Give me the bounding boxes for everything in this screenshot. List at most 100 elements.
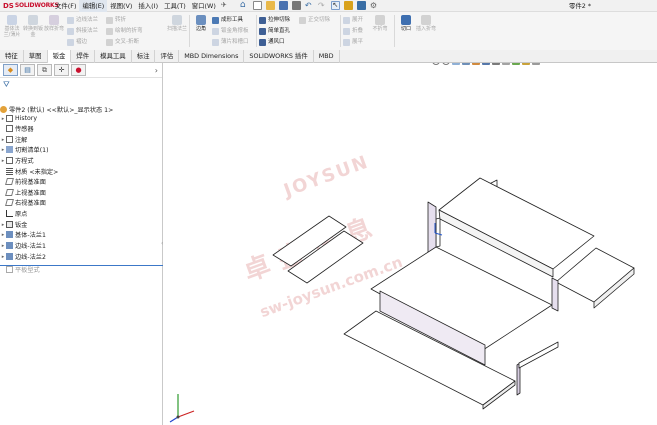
feature-tree-tab[interactable]: ◆ [3,64,18,76]
tree-item-edge-flange2[interactable]: ▸ 边线-法兰2 [0,252,46,261]
expand-panel-icon[interactable]: › [155,66,158,75]
menu-edit[interactable]: 编辑(E) [79,0,108,12]
lofted-bend-button[interactable]: 放样折弯 [44,14,64,32]
convert-sheetmetal-icon [28,15,38,25]
tree-item-equations[interactable]: ▸ 方程式 [0,156,34,165]
tree-item-base-flange1[interactable]: ▸ 基体-法兰1 [0,230,46,239]
miter-flange-label: 斜接法兰 [76,28,99,34]
convert-sheetmetal-label: 转换到钣金 [23,26,44,38]
rip-button[interactable]: 切口 [396,14,416,32]
open-icon[interactable] [265,1,275,10]
corners-button[interactable]: 边角 [191,14,211,32]
gusset-button[interactable]: 钣金角撑板 [212,26,249,36]
normal-cut-label: 正交切除 [308,17,331,23]
tab-markup[interactable]: 标注 [132,50,156,63]
forming-tool-button[interactable]: 成形工具 [212,15,243,25]
tab-mold-tools[interactable]: 模具工具 [95,50,132,63]
tab-mbd-dimensions[interactable]: MBD Dimensions [179,50,245,63]
dimxpert-tab[interactable]: ✛ [54,64,69,76]
extruded-cut-icon [259,16,266,24]
extruded-cut-button[interactable]: 拉伸切除 [259,15,290,25]
sheet-metal-box[interactable] [272,177,635,410]
pin-icon[interactable]: ✈ [221,1,230,10]
edge-flange-icon [6,242,13,249]
swept-flange-icon [172,15,182,25]
wall-back-edge [435,217,441,248]
tree-item-right-plane[interactable]: 右视基准面 [0,198,46,207]
graphics-area[interactable]: JOYSUN 卓盛信息 sw-joysun.com.cn [164,63,657,425]
rebuild-icon[interactable] [343,1,353,10]
hem-icon [67,38,74,46]
forming-tool-icon [212,16,219,24]
tab-sheet-metal[interactable]: 钣金 [47,50,72,63]
flange-right-front-lip [518,341,559,369]
undo-icon[interactable]: ↶ [305,1,314,10]
tree-item-label: History [15,115,38,122]
base-flange-label: 基体法兰/薄片 [3,26,21,38]
flatten-button[interactable]: 展平 [343,37,363,47]
tree-item-edge-flange1[interactable]: ▸ 边线-法兰1 [0,241,46,250]
miter-flange-button[interactable]: 斜接法兰 [67,26,98,36]
feature-manager-tabs: ◆ ▤ ⧉ ✛ ● › [0,63,162,78]
tree-item-flat-pattern[interactable]: 平板型式 [0,265,40,274]
tab-and-slot-button[interactable]: 薄片和槽口 [212,37,249,47]
tree-item-annotations[interactable]: ▸ 注解 [0,135,27,144]
tab-mbd[interactable]: MBD [314,50,340,63]
insert-bends-button[interactable]: 插入折弯 [416,14,436,32]
configuration-tab[interactable]: ⧉ [37,64,52,76]
tab-evaluate[interactable]: 评估 [155,50,180,63]
tab-features[interactable]: 特征 [0,50,24,63]
unfold-button[interactable]: 展开 [343,15,363,25]
menu-view[interactable]: 视图(V) [107,0,135,12]
menu-insert[interactable]: 插入(I) [135,0,161,12]
redo-icon[interactable]: ↷ [318,1,327,10]
convert-to-sheetmetal-button[interactable]: 转换到钣金 [23,14,43,38]
filter-icon[interactable]: ⛛ [3,80,10,90]
flatten-label: 展平 [352,39,364,45]
normal-cut-button[interactable]: 正交切除 [299,15,330,25]
menu-file[interactable]: 文件(F) [52,0,79,12]
tab-solidworks-addins[interactable]: SOLIDWORKS 插件 [244,50,314,63]
display-manager-tab[interactable]: ● [71,64,86,76]
vent-button[interactable]: 通风口 [259,37,285,47]
base-flange-icon [6,231,13,238]
property-manager-tab[interactable]: ▤ [20,64,35,76]
menu-window[interactable]: 窗口(W) [189,0,219,12]
options-icon[interactable]: ⚙ [370,1,379,10]
fold-button[interactable]: 折叠 [343,26,363,36]
new-document-icon[interactable] [252,1,262,10]
swept-flange-button[interactable]: 扫描法兰 [167,14,187,32]
simple-hole-button[interactable]: 简单直孔 [259,26,290,36]
title-bar: DS SOLIDWORKS 文件(F) 编辑(E) 视图(V) 插入(I) 工具… [0,0,657,12]
tree-item-front-plane[interactable]: 前视基准面 [0,177,46,186]
tree-item-history[interactable]: ▸ History [0,114,37,123]
tree-item-origin[interactable]: 原点 [0,209,27,218]
hem-button[interactable]: 褶边 [67,37,87,47]
tree-item-sheet-metal[interactable]: ▸ 钣金 [0,220,27,229]
menu-tools[interactable]: 工具(T) [161,0,189,12]
tree-item-label: 基体-法兰1 [15,232,46,239]
tab-sketch[interactable]: 草图 [24,50,48,63]
tree-item-sensors[interactable]: 传感器 [0,124,34,133]
rollback-bar[interactable] [0,265,163,266]
tree-item-top-plane[interactable]: 上视基准面 [0,188,46,197]
tab-weldments[interactable]: 焊件 [71,50,96,63]
base-flange-button[interactable]: 基体法兰/薄片 [2,14,22,38]
command-manager-tabs: 特征 草图 钣金 焊件 模具工具 标注 评估 MBD Dimensions SO… [0,50,657,63]
home-icon[interactable]: ⌂ [240,1,249,10]
jog-button[interactable]: 转折 [106,15,126,25]
cross-break-button[interactable]: 交叉-折断 [106,37,139,47]
edge-flange-button[interactable]: 边线法兰 [67,15,98,25]
tree-root[interactable]: 零件2 (默认) <<默认>_显示状态 1> [0,105,113,114]
tree-item-cut-list[interactable]: ▸ 切割清单(1) [0,145,49,154]
no-bends-button[interactable]: 不折弯 [370,14,390,32]
print-icon[interactable] [291,1,301,10]
swept-flange-label: 扫描法兰 [167,26,188,32]
file-properties-icon[interactable] [356,1,366,10]
save-icon[interactable] [278,1,288,10]
solidworks-logo[interactable]: DS SOLIDWORKS [0,0,59,12]
dimxpert-icon: ✛ [58,66,65,74]
select-icon[interactable]: ↖ [330,1,340,10]
sketched-bend-button[interactable]: 绘制的折弯 [106,26,143,36]
tree-item-material[interactable]: 材质 <未指定> [0,167,58,176]
